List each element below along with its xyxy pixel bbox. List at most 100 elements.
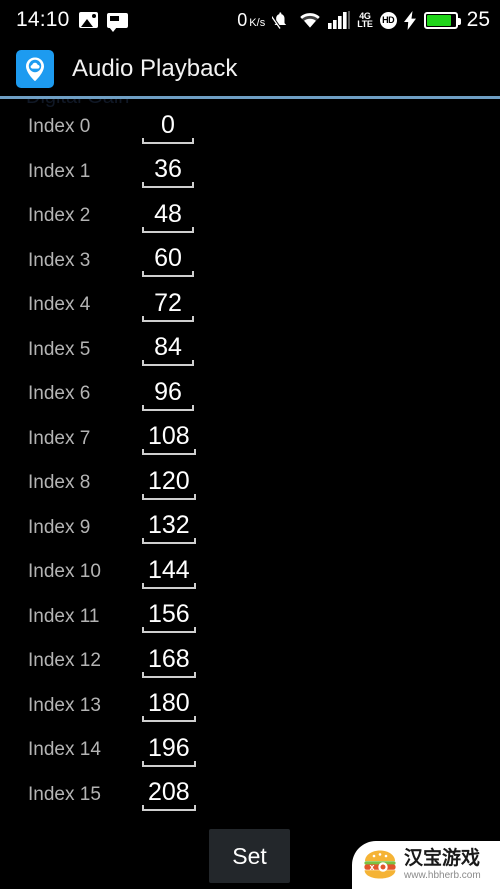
index-row: Index 14 196 <box>0 728 500 773</box>
index-value-input[interactable]: 48 <box>142 200 194 233</box>
input-underline <box>142 493 196 500</box>
index-value-input[interactable]: 168 <box>142 645 196 678</box>
index-row: Index 0 0 <box>0 105 500 150</box>
svg-text:x: x <box>370 862 375 872</box>
input-underline <box>142 760 196 767</box>
network-rate-unit: K/s <box>249 16 266 29</box>
input-underline <box>142 404 194 411</box>
index-row-label: Index 3 <box>28 249 91 271</box>
watermark-badge: x 汉宝游戏 www.hbherb.com <box>352 841 500 889</box>
charging-bolt-icon <box>403 10 416 30</box>
index-value-input[interactable]: 208 <box>142 778 196 812</box>
watermark-title: 汉宝游戏 <box>404 848 481 869</box>
index-row: Index 6 96 <box>0 372 500 417</box>
index-row-label: Index 2 <box>28 205 91 227</box>
status-clock: 14:10 <box>16 8 70 31</box>
index-value-input[interactable]: 196 <box>142 734 196 767</box>
index-value-text: 144 <box>148 555 190 584</box>
set-button[interactable]: Set <box>209 829 290 883</box>
index-value-input[interactable]: 60 <box>142 244 194 278</box>
index-value-text: 168 <box>148 644 190 673</box>
index-value-text: 120 <box>148 466 190 495</box>
settings-scroll-area[interactable]: Digital Gain Index 00Index 136Index 248I… <box>0 99 500 824</box>
network-rate: 0 K/s <box>237 10 265 31</box>
index-value-text: 72 <box>154 288 182 317</box>
index-value-text: 180 <box>148 689 190 718</box>
index-row-label: Index 8 <box>28 472 91 494</box>
index-value-input[interactable]: 156 <box>142 600 196 634</box>
index-value-input[interactable]: 108 <box>142 422 196 456</box>
index-row: Index 8 120 <box>0 461 500 506</box>
index-row-label: Index 11 <box>28 605 100 627</box>
battery-percent-label: 25 <box>466 8 490 31</box>
input-underline <box>142 449 196 456</box>
status-bar-right: 0 K/s 4G LTE HD 25 <box>237 8 490 32</box>
index-value-input[interactable]: 180 <box>142 689 196 723</box>
index-value-text: 36 <box>154 155 182 184</box>
battery-icon <box>423 11 461 29</box>
index-list: Index 0 0 Index 1 36 Index 2 48 Index 3 60 Index… <box>0 105 500 817</box>
index-value-input[interactable]: 72 <box>142 289 194 322</box>
index-value-input[interactable]: 36 <box>142 155 194 189</box>
index-row-label: Index 13 <box>28 694 101 716</box>
index-value-text: 132 <box>148 511 190 540</box>
index-row-label: Index 15 <box>28 783 101 805</box>
index-row-label: Index 0 <box>28 116 91 138</box>
index-row-label: Index 4 <box>28 294 91 316</box>
index-row-label: Index 12 <box>28 650 101 672</box>
index-row: Index 7 108 <box>0 417 500 462</box>
index-row-label: Index 6 <box>28 383 91 405</box>
index-row: Index 10 144 <box>0 550 500 595</box>
phone-screen: 14:10 0 K/s 4G LTE HD 25 Audio Playback … <box>0 0 500 889</box>
index-value-text: 96 <box>154 377 182 406</box>
input-underline <box>142 671 196 678</box>
index-row: Index 15 208 <box>0 773 500 818</box>
input-underline <box>142 137 194 144</box>
wifi-icon <box>300 13 320 28</box>
index-row: Index 11 156 <box>0 595 500 640</box>
index-value-input[interactable]: 132 <box>142 511 196 545</box>
index-row: Index 12 168 <box>0 639 500 684</box>
message-icon <box>106 12 128 32</box>
index-row-label: Index 1 <box>28 160 91 182</box>
index-value-text: 60 <box>154 244 182 273</box>
input-underline <box>142 805 196 812</box>
index-value-text: 208 <box>148 778 190 807</box>
burger-icon: x <box>361 848 399 882</box>
hd-label: HD <box>382 15 395 25</box>
index-value-input[interactable]: 96 <box>142 378 194 411</box>
index-value-text: 0 <box>161 110 175 139</box>
input-underline <box>142 182 194 189</box>
index-row: Index 4 72 <box>0 283 500 328</box>
index-row-label: Index 7 <box>28 427 91 449</box>
index-value-text: 84 <box>154 333 182 362</box>
index-value-input[interactable]: 84 <box>142 333 194 367</box>
index-row: Index 1 36 <box>0 150 500 195</box>
index-row: Index 2 48 <box>0 194 500 239</box>
lte-bottom-label: LTE <box>357 19 373 29</box>
4g-lte-icon: 4G LTE <box>357 12 373 29</box>
cloud-pin-icon <box>16 49 54 88</box>
status-bar: 14:10 0 K/s 4G LTE HD 25 <box>0 0 500 40</box>
battery-fill <box>426 14 451 26</box>
index-value-input[interactable]: 120 <box>142 467 196 500</box>
index-row-label: Index 10 <box>28 561 101 583</box>
index-value-input[interactable]: 144 <box>142 556 196 589</box>
index-row: Index 13 180 <box>0 684 500 729</box>
input-underline <box>142 271 194 278</box>
input-underline <box>142 226 194 233</box>
watermark-url: www.hbherb.com <box>404 870 481 881</box>
input-underline <box>142 627 196 634</box>
index-row: Index 5 84 <box>0 328 500 373</box>
bell-muted-icon <box>272 12 287 29</box>
index-row: Index 9 132 <box>0 506 500 551</box>
index-value-input[interactable]: 0 <box>142 111 194 144</box>
input-underline <box>142 360 194 367</box>
index-value-text: 156 <box>148 600 190 629</box>
index-row-label: Index 9 <box>28 516 91 538</box>
gallery-icon <box>78 12 98 28</box>
hd-icon: HD <box>379 11 397 29</box>
input-underline <box>142 315 194 322</box>
input-underline <box>142 716 196 723</box>
index-row-label: Index 5 <box>28 338 91 360</box>
